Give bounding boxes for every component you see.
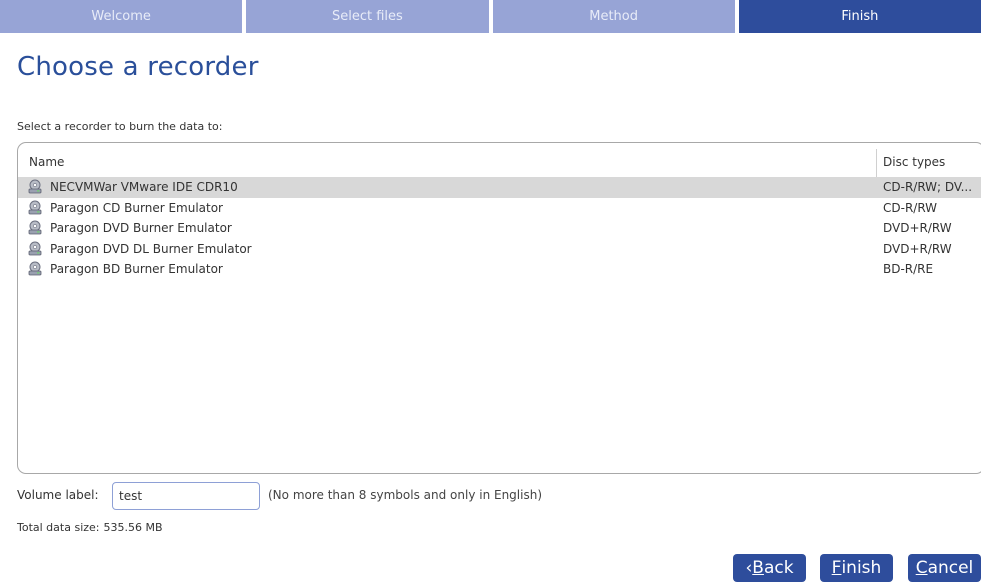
finish-button[interactable]: Finish — [820, 554, 893, 582]
total-size-value: 535.56 MB — [103, 521, 163, 534]
recorder-list[interactable]: Name Disc types NECVMWar VMware IDE CDR1… — [17, 142, 981, 474]
list-header: Name Disc types — [18, 143, 981, 177]
wizard-steps: Welcome Select files Method Finish — [0, 0, 981, 33]
cancel-label-rest: ancel — [927, 558, 974, 578]
back-chevron: ‹ — [745, 558, 753, 578]
finish-label-rest: inish — [841, 558, 882, 578]
column-header-name[interactable]: Name — [29, 155, 64, 169]
volume-label-hint: (No more than 8 symbols and only in Engl… — [268, 488, 543, 502]
recorder-name: Paragon BD Burner Emulator — [50, 262, 223, 276]
recorder-rows: NECVMWar VMware IDE CDR10 CD-R/RW; DV... P… — [18, 177, 981, 280]
page-title: Choose a recorder — [17, 52, 259, 82]
column-separator[interactable] — [876, 149, 877, 177]
recorder-name: Paragon DVD DL Burner Emulator — [50, 241, 252, 256]
optical-drive-icon — [27, 241, 43, 257]
optical-drive-icon — [27, 261, 43, 277]
recorder-name: Paragon CD Burner Emulator — [50, 200, 223, 215]
volume-label-caption: Volume label: — [17, 488, 99, 502]
recorder-row[interactable]: Paragon DVD Burner Emulator DVD+R/RW — [18, 218, 981, 239]
step-welcome: Welcome — [0, 0, 243, 33]
column-header-disc-types[interactable]: Disc types — [883, 155, 945, 169]
step-select-files: Select files — [246, 0, 489, 33]
back-label-rest: ack — [763, 558, 794, 578]
recorder-row[interactable]: NECVMWar VMware IDE CDR10 CD-R/RW; DV... — [18, 177, 981, 198]
recorder-disc-types: DVD+R/RW — [883, 221, 952, 235]
total-data-size: Total data size: 535.56 MB — [17, 521, 163, 534]
back-accel: B — [752, 558, 764, 578]
cancel-accel: C — [915, 558, 928, 578]
recorder-row[interactable]: Paragon DVD DL Burner Emulator DVD+R/RW — [18, 239, 981, 260]
finish-accel: F — [831, 558, 842, 578]
recorder-row[interactable]: Paragon BD Burner Emulator BD-R/RE — [18, 259, 981, 280]
step-finish: Finish — [738, 0, 981, 33]
recorder-disc-types: CD-R/RW — [883, 200, 938, 215]
optical-drive-icon — [27, 179, 43, 195]
instruction-text: Select a recorder to burn the data to: — [17, 120, 223, 133]
optical-drive-icon — [27, 200, 43, 216]
step-method: Method — [492, 0, 735, 33]
total-size-label: Total data size: — [17, 521, 100, 534]
optical-drive-icon — [27, 220, 43, 236]
back-button[interactable]: ‹ Back — [733, 554, 806, 582]
volume-label-input[interactable] — [112, 482, 260, 510]
recorder-disc-types: DVD+R/RW — [883, 241, 952, 256]
recorder-disc-types: CD-R/RW; DV... — [883, 180, 973, 194]
recorder-name: Paragon DVD Burner Emulator — [50, 221, 232, 235]
recorder-name: NECVMWar VMware IDE CDR10 — [50, 180, 238, 194]
recorder-row[interactable]: Paragon CD Burner Emulator CD-R/RW — [18, 198, 981, 219]
recorder-disc-types: BD-R/RE — [883, 262, 934, 276]
cancel-button[interactable]: Cancel — [908, 554, 981, 582]
